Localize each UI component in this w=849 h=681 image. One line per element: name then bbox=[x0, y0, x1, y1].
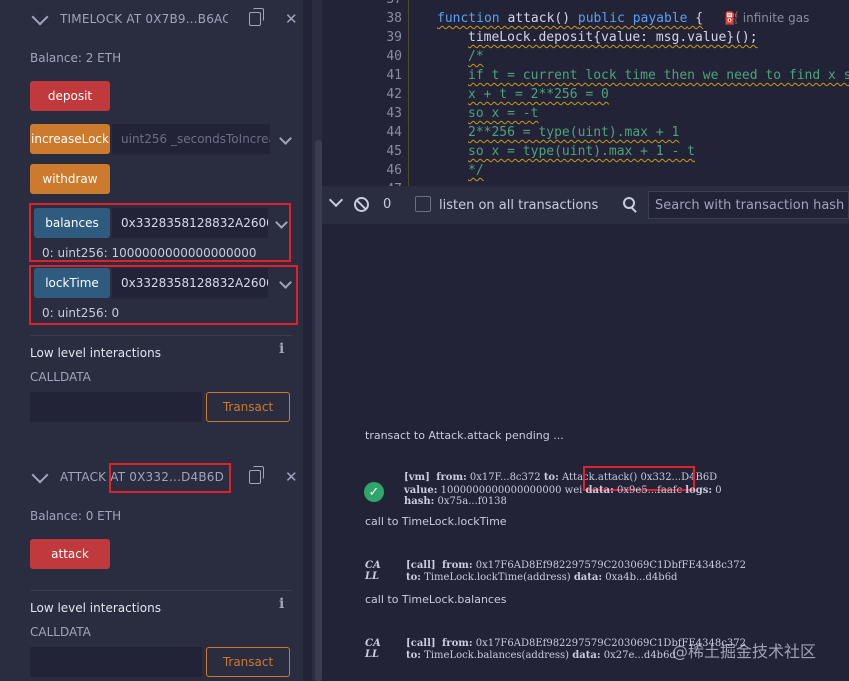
copy-icon[interactable] bbox=[249, 466, 264, 484]
calldata-input[interactable] bbox=[30, 647, 202, 677]
tx-summary-line2: value: 1000000000000000000 wei data: 0x9… bbox=[404, 485, 722, 496]
pending-message: transact to Attack.attack pending ... bbox=[365, 429, 564, 442]
chevron-down-icon[interactable] bbox=[31, 8, 49, 26]
call-title: call to TimeLock.lockTime bbox=[365, 515, 507, 528]
info-icon[interactable]: i bbox=[279, 596, 284, 612]
gas-pump-icon: ⛽ bbox=[724, 11, 739, 25]
watermark: @稀土掘金技术社区 bbox=[672, 642, 817, 661]
transact-button[interactable]: Transact bbox=[206, 392, 290, 422]
line-number: 37 bbox=[362, 0, 402, 7]
low-level-title: Low level interactions bbox=[30, 346, 161, 360]
deployed-contracts-panel: TIMELOCK AT 0X7B9...B6ACE ( ✕ Balance: 2… bbox=[0, 0, 303, 681]
code-editor[interactable]: 37 38 39 40 41 42 43 44 45 46 47 functio… bbox=[322, 0, 849, 197]
low-level-title: Low level interactions bbox=[30, 601, 161, 615]
withdraw-button[interactable]: withdraw bbox=[30, 164, 110, 194]
listen-checkbox[interactable] bbox=[415, 196, 431, 212]
call-title: call to TimeLock.balances bbox=[365, 593, 507, 606]
timelock-balance: Balance: 2 ETH bbox=[30, 51, 122, 65]
line-number: 40 bbox=[386, 49, 402, 64]
chevron-down-icon[interactable] bbox=[31, 466, 49, 484]
annotation-box bbox=[29, 203, 291, 262]
pending-count: 0 bbox=[383, 197, 392, 212]
tx-summary-line3: hash: 0x75a...f0138 bbox=[404, 496, 507, 507]
transaction-search-input[interactable]: Search with transaction hash o bbox=[648, 191, 849, 219]
line-number: 43 bbox=[386, 106, 402, 121]
code-line: 2**256 = type(uint).max + 1 bbox=[468, 125, 680, 140]
line-number: 46 bbox=[386, 163, 402, 178]
divider bbox=[30, 590, 292, 591]
copy-icon[interactable] bbox=[249, 8, 264, 26]
line-number: 38 bbox=[386, 11, 402, 26]
indent-guide bbox=[408, 0, 409, 186]
call-line2: to: TimeLock.balances(address) data: 0x2… bbox=[406, 650, 676, 661]
call-line1[interactable]: [call] from: 0x17F6AD8Ef982297579C203069… bbox=[406, 560, 746, 571]
increase-lock-input[interactable]: uint256 _secondsToIncrea bbox=[112, 124, 270, 154]
gas-estimate: ⛽ infinite gas bbox=[724, 11, 809, 25]
deposit-button[interactable]: deposit bbox=[30, 81, 110, 111]
line-number: 41 bbox=[386, 68, 402, 83]
panel-scrollbar-thumb[interactable] bbox=[315, 140, 322, 681]
increase-lock-button[interactable]: increaseLock bbox=[30, 124, 110, 154]
divider bbox=[30, 335, 292, 336]
calldata-input[interactable] bbox=[30, 392, 202, 422]
chevron-down-icon[interactable] bbox=[279, 132, 292, 145]
code-line: function attack() public payable { bbox=[437, 11, 704, 26]
line-number: 39 bbox=[386, 30, 402, 45]
timelock-contract-title: TIMELOCK AT 0X7B9...B6ACE ( bbox=[60, 12, 228, 26]
call-badge: CA bbox=[365, 638, 381, 649]
close-icon[interactable]: ✕ bbox=[285, 10, 298, 28]
line-number: 44 bbox=[386, 125, 402, 140]
listen-label: listen on all transactions bbox=[439, 198, 599, 213]
attack-button[interactable]: attack bbox=[30, 539, 110, 569]
chevron-down-icon[interactable] bbox=[328, 192, 344, 208]
success-check-icon: ✓ bbox=[364, 482, 384, 502]
call-line2: to: TimeLock.lockTime(address) data: 0xa… bbox=[406, 572, 678, 583]
code-line: so x = -t bbox=[468, 106, 539, 121]
close-icon[interactable]: ✕ bbox=[285, 468, 298, 486]
annotation-box bbox=[109, 463, 231, 493]
code-line: timeLock.deposit{value: msg.value}(); bbox=[468, 30, 758, 45]
code-line: so x = type(uint).max + 1 - t bbox=[468, 144, 695, 159]
code-line: x + t = 2**256 = 0 bbox=[468, 87, 609, 102]
info-icon[interactable]: i bbox=[279, 341, 284, 357]
code-line: */ bbox=[468, 163, 484, 178]
attack-balance: Balance: 0 ETH bbox=[30, 509, 122, 523]
calldata-label: CALLDATA bbox=[30, 625, 91, 639]
calldata-label: CALLDATA bbox=[30, 370, 91, 384]
terminal-output bbox=[322, 224, 849, 681]
call-badge: LL bbox=[365, 649, 380, 660]
terminal-toolbar: 0 listen on all transactions Search with… bbox=[322, 186, 849, 224]
line-number: 45 bbox=[386, 144, 402, 159]
annotation-box bbox=[29, 265, 298, 325]
panel-gap bbox=[303, 0, 312, 681]
line-number: 42 bbox=[386, 87, 402, 102]
transact-button[interactable]: Transact bbox=[206, 647, 290, 677]
code-line: if t = current lock time then we need to… bbox=[468, 68, 849, 83]
code-line: /* bbox=[468, 49, 484, 64]
search-icon-handle bbox=[631, 207, 637, 213]
call-badge: LL bbox=[365, 571, 380, 582]
gas-estimate-text: infinite gas bbox=[742, 11, 810, 25]
call-badge: CA bbox=[365, 560, 381, 571]
